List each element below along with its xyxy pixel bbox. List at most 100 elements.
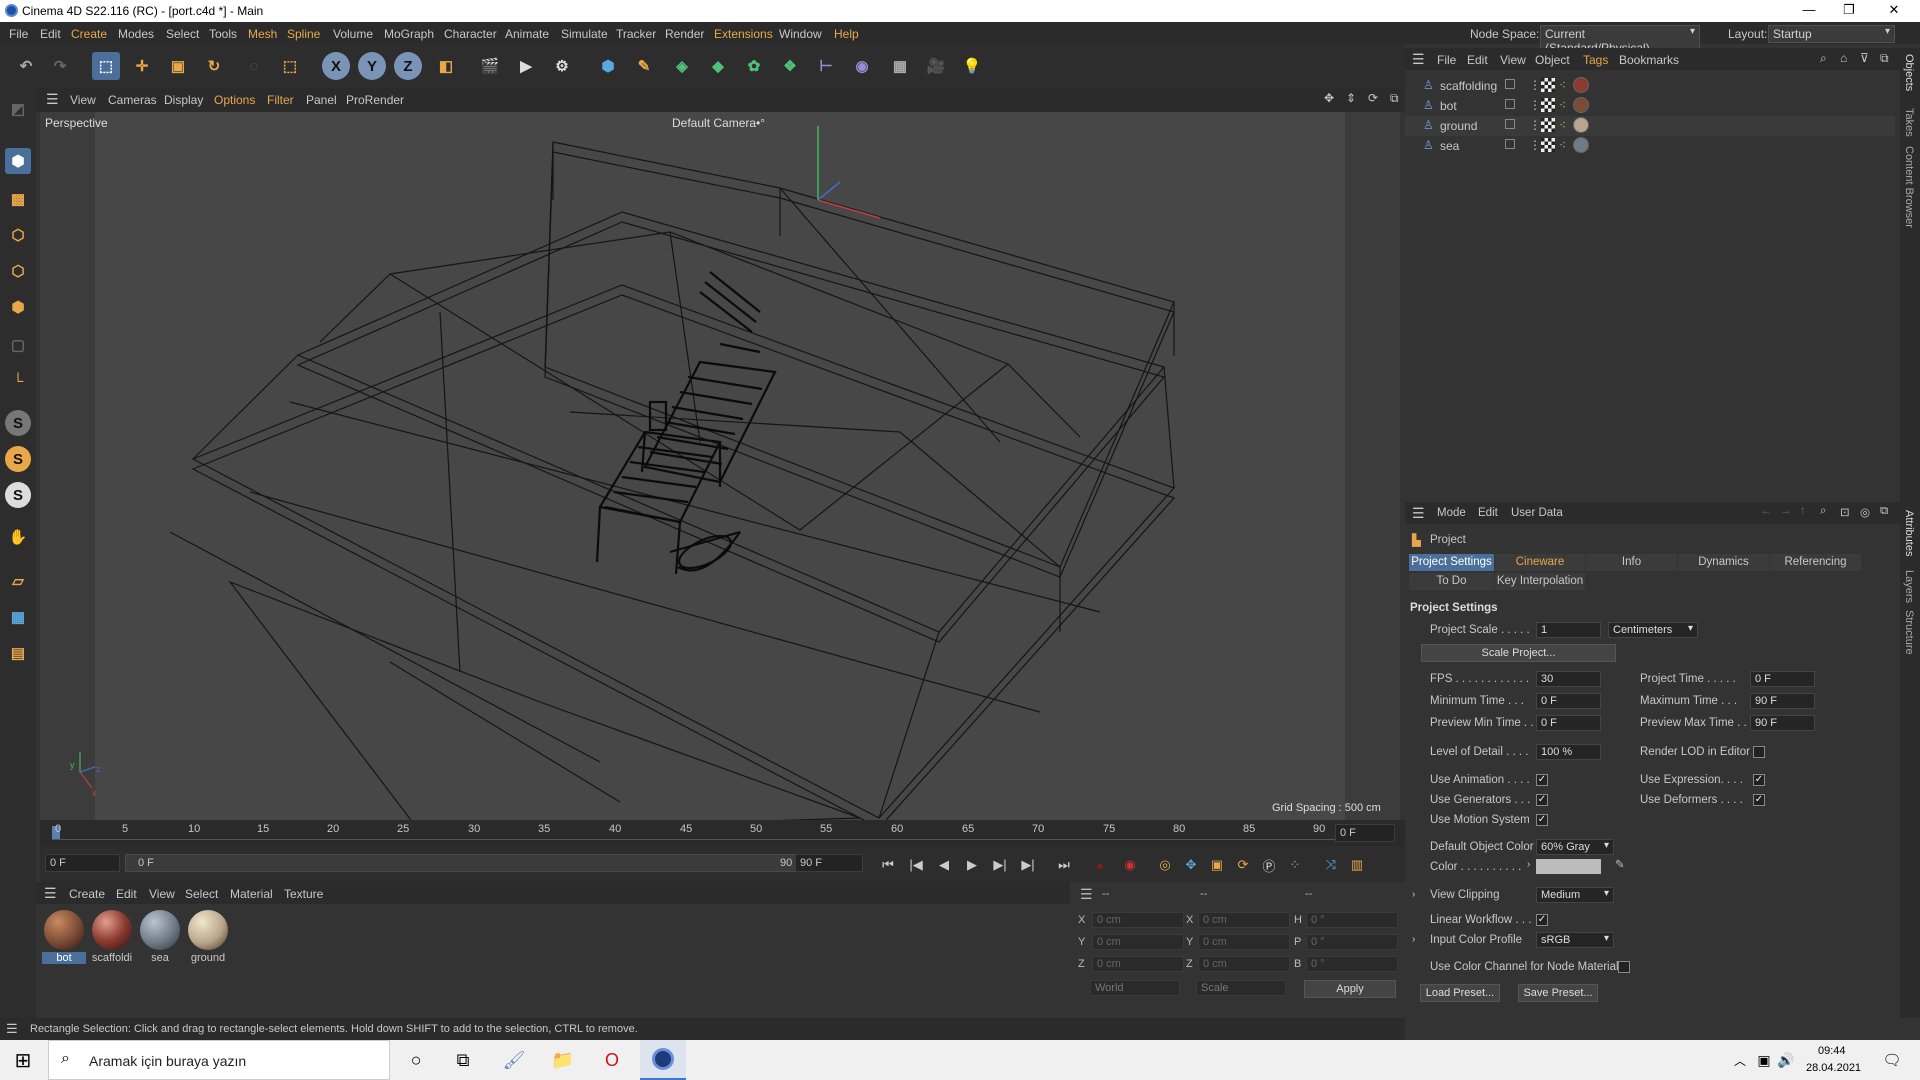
pos-z-field[interactable]: 0 cm	[1092, 956, 1184, 972]
use-color-channel-checkbox[interactable]	[1618, 961, 1630, 973]
subdivision-surface-icon[interactable]: ◈	[668, 52, 696, 80]
redo-icon[interactable]: ↷	[46, 52, 74, 80]
uv-mode-icon[interactable]: ▢	[5, 332, 31, 358]
minimize-button[interactable]: —	[1800, 2, 1818, 20]
model-mode-icon[interactable]: ⬢	[5, 148, 31, 174]
default-object-color-dropdown[interactable]: 60% Gray	[1536, 839, 1614, 855]
use-expression-checkbox[interactable]: ✓	[1753, 774, 1765, 786]
project-scale-field[interactable]: 1	[1536, 622, 1601, 638]
live-selection-icon[interactable]: ⬚	[92, 52, 120, 80]
menu-extensions[interactable]: Extensions	[714, 27, 773, 41]
obj-menu-edit[interactable]: Edit	[1467, 53, 1488, 67]
frame-range-slider[interactable]: 0 F 90 F	[125, 854, 815, 872]
vp-menu-display[interactable]: Display	[164, 93, 203, 107]
obj-menu-tags[interactable]: Tags	[1583, 53, 1608, 67]
tab-info[interactable]: Info	[1586, 554, 1677, 571]
color-picker-icon[interactable]: ✎	[1615, 857, 1625, 871]
obj-menu-file[interactable]: File	[1437, 53, 1456, 67]
go-to-start-icon[interactable]: ⏮	[878, 855, 898, 875]
object-name[interactable]: sea	[1440, 139, 1459, 153]
vp-menu-filter[interactable]: Filter	[267, 93, 294, 107]
vp-rotate-icon[interactable]: ⟳	[1368, 91, 1378, 105]
size-y-field[interactable]: 0 cm	[1198, 934, 1290, 950]
menu-mesh[interactable]: Mesh	[248, 27, 277, 41]
view-clipping-expand-icon[interactable]: ›	[1412, 889, 1415, 900]
menu-tracker[interactable]: Tracker	[616, 27, 656, 41]
rot-p-field[interactable]: 0 °	[1306, 934, 1398, 950]
camera-label[interactable]: Default Camera	[672, 116, 756, 130]
tag-icon[interactable]: ⁖	[1559, 78, 1566, 92]
use-motion-system-checkbox[interactable]: ✓	[1536, 814, 1548, 826]
use-deformers-checkbox[interactable]: ✓	[1753, 794, 1765, 806]
texture-tag-icon[interactable]	[1541, 98, 1555, 112]
material-swatch-sea[interactable]: sea	[138, 908, 182, 970]
menu-volume[interactable]: Volume	[333, 27, 373, 41]
use-animation-checkbox[interactable]: ✓	[1536, 774, 1548, 786]
undo-icon[interactable]: ↶	[12, 52, 40, 80]
key-pla-icon[interactable]: ⁘	[1285, 855, 1305, 875]
render-settings-icon[interactable]: ⚙	[548, 52, 576, 80]
vp-maximize-icon[interactable]: ⧉	[1390, 91, 1399, 106]
menu-file[interactable]: File	[9, 27, 28, 41]
floor-icon[interactable]: ▦	[886, 52, 914, 80]
object-row-sea[interactable]: ♙ sea ⋮ ⁖	[1405, 136, 1895, 156]
project-scale-unit-dropdown[interactable]: Centimeters	[1608, 622, 1698, 638]
obj-menu-view[interactable]: View	[1500, 53, 1526, 67]
menu-mograph[interactable]: MoGraph	[384, 27, 434, 41]
tab-referencing[interactable]: Referencing	[1770, 554, 1861, 571]
visibility-icon[interactable]: ⋮	[1529, 98, 1541, 112]
timeline-ruler[interactable]: 0 5 10 15 20 25 30 35 40 45 50 55 60 65 …	[40, 820, 1405, 846]
rot-b-field[interactable]: 0 °	[1306, 956, 1398, 972]
view-clipping-dropdown[interactable]: Medium	[1536, 887, 1614, 903]
load-preset-button[interactable]: Load Preset...	[1420, 984, 1500, 1002]
rotate-icon[interactable]: ↻	[200, 52, 228, 80]
menu-help[interactable]: Help	[834, 27, 859, 41]
material-hamburger-icon[interactable]: ☰	[44, 885, 57, 902]
attr-forward-icon[interactable]: →	[1780, 505, 1792, 517]
tag-icon[interactable]: ⁖	[1559, 118, 1566, 132]
side-tab-objects[interactable]: Objects	[1903, 54, 1915, 91]
key-scale-icon[interactable]: ▣	[1207, 855, 1227, 875]
preview-min-time-field[interactable]: 0 F	[1536, 715, 1601, 731]
tweak-icon[interactable]: ✋	[5, 524, 31, 550]
object-row-scaffolding[interactable]: ♙ scaffolding ⋮ ⁖	[1405, 76, 1895, 96]
next-key-icon[interactable]: ▶|	[1018, 855, 1038, 875]
menu-render[interactable]: Render	[665, 27, 704, 41]
minimum-time-field[interactable]: 0 F	[1536, 693, 1601, 709]
menu-select[interactable]: Select	[166, 27, 199, 41]
pos-y-field[interactable]: 0 cm	[1092, 934, 1184, 950]
edges-mode-icon[interactable]: ⬡	[5, 258, 31, 284]
status-hamburger-icon[interactable]: ☰	[6, 1021, 18, 1037]
tab-project-settings[interactable]: Project Settings	[1409, 554, 1494, 571]
side-tab-attributes[interactable]: Attributes	[1903, 510, 1915, 556]
linear-workflow-checkbox[interactable]: ✓	[1536, 914, 1548, 926]
tab-dynamics[interactable]: Dynamics	[1678, 554, 1769, 571]
scale-project-button[interactable]: Scale Project...	[1421, 644, 1616, 662]
taskbar-search-box[interactable]: ⌕ Aramak için buraya yazın	[48, 1040, 390, 1080]
key-position-icon[interactable]: ✥	[1181, 855, 1201, 875]
recent-tool-icon[interactable]: ◌	[240, 52, 268, 80]
apply-button[interactable]: Apply	[1304, 980, 1396, 998]
snap-s-button-2[interactable]: S	[5, 446, 31, 472]
camera-target-icon[interactable]: •°	[756, 116, 765, 130]
key-param-icon[interactable]: Ⓟ	[1259, 855, 1279, 875]
grid-icon[interactable]: ▦	[5, 604, 31, 630]
play-icon[interactable]: ▶	[962, 855, 982, 875]
menu-tools[interactable]: Tools	[209, 27, 237, 41]
attr-back-icon[interactable]: ←	[1760, 505, 1772, 517]
attr-settings-icon[interactable]: ◎	[1860, 505, 1870, 519]
tab-cineware[interactable]: Cineware	[1495, 554, 1585, 571]
vp-menu-panel[interactable]: Panel	[306, 93, 337, 107]
obj-menu-object[interactable]: Object	[1535, 53, 1570, 67]
visibility-icon[interactable]: ⋮	[1529, 78, 1541, 92]
cortana-icon[interactable]: ○	[404, 1048, 428, 1072]
close-button[interactable]: ✕	[1885, 2, 1903, 20]
attr-menu-userdata[interactable]: User Data	[1511, 507, 1563, 519]
side-tab-content-browser[interactable]: Content Browser	[1903, 146, 1915, 228]
z-axis-lock-button[interactable]: Z	[394, 52, 422, 80]
obj-filter-icon[interactable]: ⊽	[1860, 51, 1869, 65]
viewport-hamburger-icon[interactable]: ☰	[46, 91, 59, 108]
layout-dropdown[interactable]: Startup	[1768, 25, 1895, 43]
tag-icon[interactable]: ⁖	[1559, 98, 1566, 112]
mat-menu-texture[interactable]: Texture	[284, 887, 323, 901]
